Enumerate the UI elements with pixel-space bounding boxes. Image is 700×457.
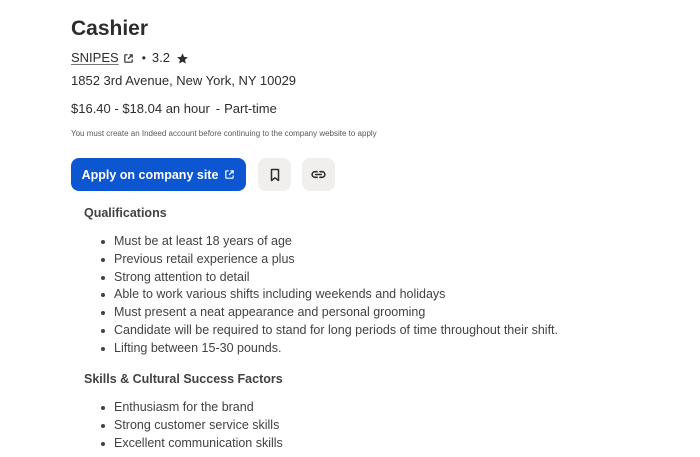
- salary-range: $16.40 - $18.04 an hour: [71, 101, 210, 116]
- save-job-button[interactable]: [258, 158, 291, 191]
- list-item: Strong customer service skills: [97, 417, 283, 435]
- account-notice: You must create an Indeed account before…: [71, 129, 377, 138]
- qualifications-list: Must be at least 18 years of age Previou…: [97, 233, 558, 358]
- job-location: 1852 3rd Avenue, New York, NY 10029: [71, 73, 297, 88]
- list-item: Lifting between 15-30 pounds.: [97, 340, 558, 358]
- company-link[interactable]: SNIPES: [71, 50, 134, 66]
- external-link-icon: [123, 53, 133, 63]
- job-type: Part-time: [224, 101, 277, 116]
- job-details-panel: Cashier SNIPES • 3.2 1852 3rd Avenue, Ne…: [0, 0, 700, 457]
- star-icon: [177, 52, 188, 64]
- salary-separator: -: [215, 101, 221, 116]
- list-item: Must be at least 18 years of age: [97, 233, 558, 251]
- skills-heading: Skills & Cultural Success Factors: [84, 372, 283, 386]
- list-item: Excellent communication skills: [97, 435, 283, 453]
- company-row: SNIPES • 3.2: [71, 50, 189, 66]
- list-item: Enthusiasm for the brand: [97, 399, 283, 417]
- list-item: Candidate will be required to stand for …: [97, 322, 558, 340]
- bookmark-icon: [270, 168, 279, 181]
- apply-button-label: Apply on company site: [81, 167, 219, 182]
- copy-link-button[interactable]: [302, 158, 335, 191]
- link-icon: [311, 170, 326, 179]
- apply-on-company-site-button[interactable]: Apply on company site: [71, 158, 246, 191]
- list-item: Able to work various shifts including we…: [97, 286, 558, 304]
- separator-dot: •: [141, 51, 146, 65]
- company-name: SNIPES: [71, 50, 119, 65]
- salary-row: $16.40 - $18.04 an hour - Part-time: [71, 101, 277, 117]
- list-item: Previous retail experience a plus: [97, 251, 558, 269]
- qualifications-heading: Qualifications: [84, 206, 167, 220]
- list-item: Strong attention to detail: [97, 269, 558, 287]
- external-link-icon: [225, 170, 235, 179]
- job-title: Cashier: [71, 17, 149, 40]
- list-item: Must present a neat appearance and perso…: [97, 304, 558, 322]
- action-bar: Apply on company site: [71, 158, 335, 191]
- company-rating: 3.2: [151, 50, 170, 65]
- skills-list: Enthusiasm for the brand Strong customer…: [97, 399, 283, 452]
